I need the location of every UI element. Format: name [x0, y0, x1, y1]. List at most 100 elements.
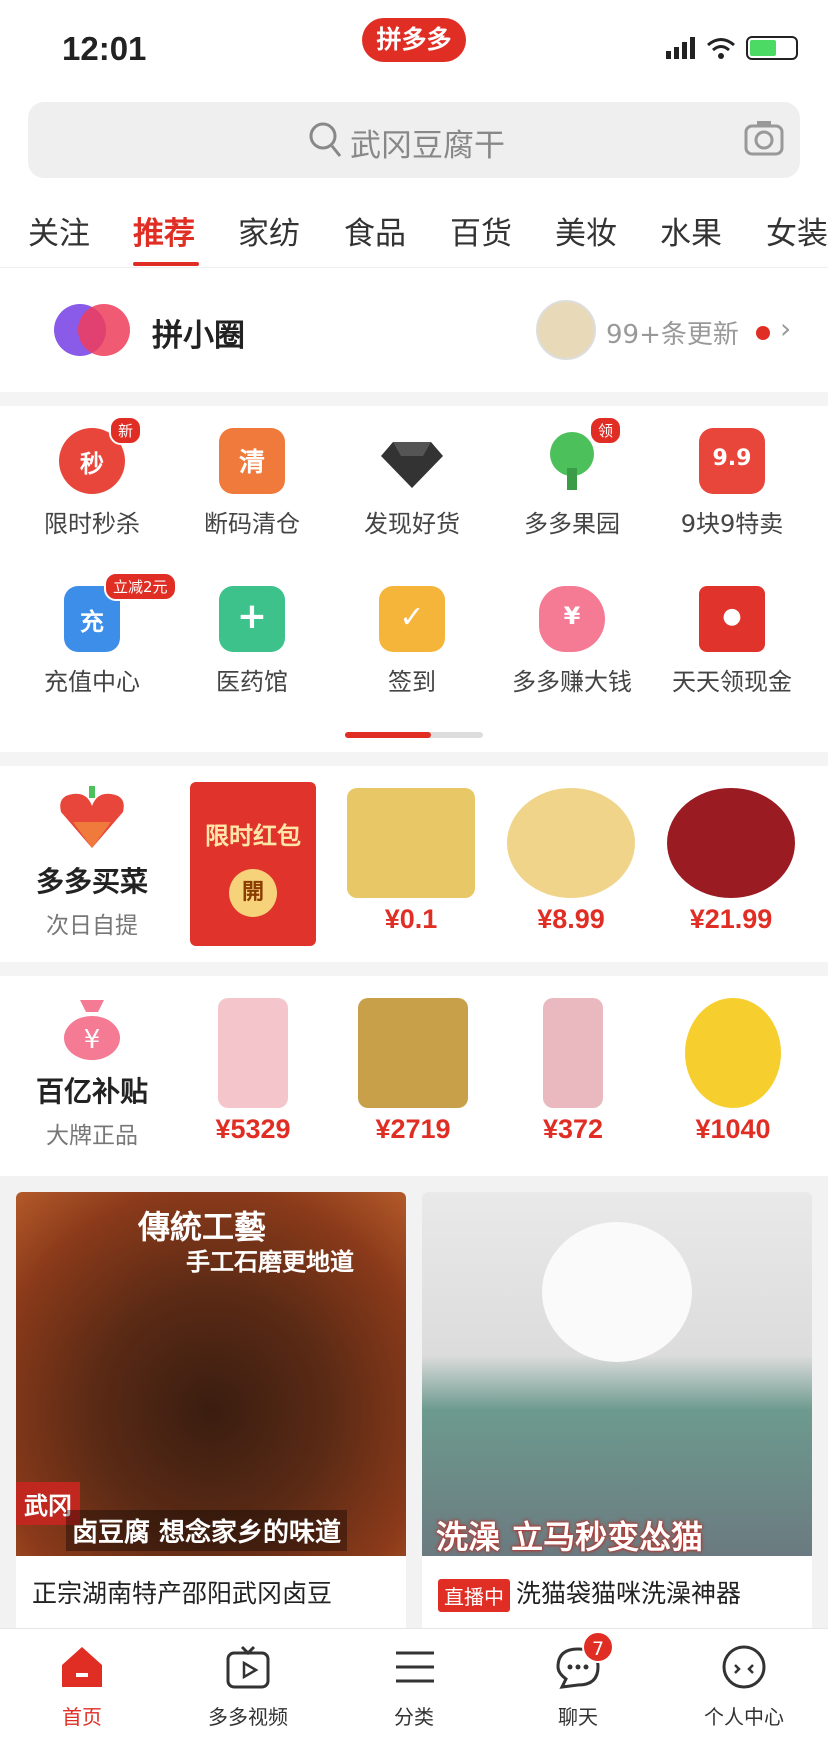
delivery-truck-icon: 清 [219, 428, 285, 494]
tab-fruit[interactable]: 水果 [660, 208, 722, 253]
phone-topup-icon: 充 立减2元 [64, 572, 177, 652]
status-time: 12:01 [62, 30, 147, 67]
grid-item-clearance[interactable]: 清 断码清仓 [172, 428, 332, 539]
wifi-icon [707, 38, 735, 59]
grocery-row: 多多买菜 次日自提 限时红包 開 ¥0.1 ¥8.99 ¥21.99 [0, 766, 828, 948]
subsidy-product[interactable]: ¥372 [498, 998, 648, 1145]
grid-item-orchard[interactable]: 领 多多果园 [492, 416, 652, 539]
grid-item-earn[interactable]: ¥ 多多赚大钱 [492, 586, 652, 697]
nav-chat[interactable]: 7 聊天 [508, 1631, 648, 1730]
carrot-heart-icon [60, 786, 124, 848]
category-tabs: 关注 推荐 家纺 食品 百货 美妆 水果 女装 [0, 200, 828, 268]
search-bar[interactable]: 武冈豆腐干 [28, 102, 800, 178]
product-price: ¥0.1 [384, 904, 438, 934]
feed-card[interactable]: 傳統工藝 手工石磨更地道 武冈 卤豆腐 想念家乡的味道 正宗湖南特产邵阳武冈卤豆 [16, 1192, 406, 1632]
grid-item-flash-sale[interactable]: 秒 新 限时秒杀 [12, 416, 172, 539]
red-envelope-icon: ● [699, 586, 765, 652]
nav-label: 个人中心 [704, 1705, 784, 1729]
battery-icon [746, 36, 798, 60]
product-price: ¥8.99 [537, 904, 605, 934]
active-tab-indicator [133, 262, 199, 266]
grid-item-topup[interactable]: 充 立减2元 充值中心 [12, 572, 177, 697]
feature-grid: 秒 新 限时秒杀 清 断码清仓 发现好货 领 多多果园 9.9 9块9特卖 充 … [0, 406, 828, 746]
grid-label: 9块9特卖 [680, 510, 784, 538]
nav-category[interactable]: 分类 [344, 1643, 484, 1730]
divider [0, 392, 828, 406]
chevron-right-icon: › [780, 312, 792, 345]
grocery-product[interactable]: ¥8.99 [496, 788, 646, 935]
tab-recommend[interactable]: 推荐 [133, 208, 195, 253]
subsidy-product[interactable]: ¥1040 [658, 998, 808, 1145]
grid-item-discover[interactable]: 发现好货 [332, 428, 492, 539]
home-icon [58, 1643, 106, 1691]
claim-badge: 领 [589, 416, 623, 445]
nav-label: 多多视频 [208, 1705, 288, 1729]
tab-women[interactable]: 女装 [766, 208, 828, 253]
subsidy-product[interactable]: ¥2719 [338, 998, 488, 1145]
grid-item-pharmacy[interactable]: + 医药馆 [172, 586, 332, 697]
tab-food[interactable]: 食品 [344, 208, 406, 253]
subsidy-product[interactable]: ¥5329 [178, 998, 328, 1145]
status-bar: 12:01 拼多多 [0, 0, 828, 100]
product-price: ¥372 [542, 1114, 604, 1144]
nav-home[interactable]: 首页 [12, 1643, 152, 1730]
tab-bedding[interactable]: 家纺 [238, 208, 300, 253]
product-image: 傳統工藝 手工石磨更地道 武冈 卤豆腐 想念家乡的味道 [16, 1192, 406, 1556]
system-icons [666, 36, 798, 60]
grocery-product[interactable]: ¥21.99 [656, 788, 806, 935]
money-bag-icon: ¥ [64, 1000, 120, 1060]
pin-circle-row[interactable]: 拼小圈 99+条更新 › [0, 282, 828, 392]
image-caption: 卤豆腐 想念家乡的味道 [66, 1510, 348, 1551]
tag-icon: 9.9 [699, 428, 765, 494]
grid-label: 医药馆 [216, 668, 288, 696]
product-title: 正宗湖南特产邵阳武冈卤豆 [32, 1579, 333, 1608]
search-placeholder[interactable]: 武冈豆腐干 [350, 120, 505, 165]
red-packet-card[interactable]: 限时红包 開 [190, 782, 316, 946]
open-red-packet-button[interactable]: 開 [229, 869, 277, 917]
grid-pager [345, 732, 483, 738]
product-title: 洗猫袋猫咪洗澡神器 [516, 1579, 742, 1608]
product-image [347, 788, 475, 898]
subsidy-subtitle: 大牌正品 [46, 1123, 138, 1149]
circle-title: 拼小圈 [152, 318, 245, 354]
alarm-clock-icon: 秒 新 [59, 416, 143, 494]
bottom-nav: 首页 多多视频 分类 7 聊天 个人中心 [0, 1628, 828, 1748]
cat-image [542, 1222, 692, 1362]
tab-follow[interactable]: 关注 [28, 208, 90, 253]
cellular-signal-icon [666, 37, 695, 59]
discount-badge: 立减2元 [104, 572, 177, 601]
subsidy-title: 百亿补贴 [35, 1075, 148, 1108]
product-image: 洗澡 立马秒变怂猫 [422, 1192, 812, 1556]
tab-beauty[interactable]: 美妆 [555, 208, 617, 253]
grid-label: 断码清仓 [204, 510, 300, 538]
profile-icon [720, 1643, 768, 1691]
grid-item-cash[interactable]: ● 天天领现金 [652, 586, 812, 697]
diamond-icon [379, 428, 445, 494]
grocery-entry[interactable]: 多多买菜 次日自提 [20, 786, 164, 940]
unread-dot [756, 326, 770, 340]
grocery-product[interactable]: ¥0.1 [336, 788, 486, 935]
product-price: ¥2719 [375, 1114, 451, 1144]
nav-label: 分类 [394, 1705, 434, 1729]
product-image [358, 998, 468, 1108]
nav-label: 聊天 [558, 1705, 598, 1729]
circle-updates: 99+条更新 [606, 320, 739, 350]
subsidy-entry[interactable]: ¥ 百亿补贴 大牌正品 [20, 996, 164, 1150]
image-caption: 洗澡 立马秒变怂猫 [436, 1518, 704, 1556]
grid-item-checkin[interactable]: ✓ 签到 [332, 586, 492, 697]
grid-item-nine-nine[interactable]: 9.9 9块9特卖 [652, 428, 812, 539]
calendar-check-icon: ✓ [379, 586, 445, 652]
camera-icon[interactable] [744, 116, 784, 160]
tab-general[interactable]: 百货 [450, 208, 512, 253]
product-image [218, 998, 288, 1108]
svg-text:¥: ¥ [84, 1025, 101, 1055]
grid-label: 多多赚大钱 [512, 668, 632, 696]
nav-profile[interactable]: 个人中心 [674, 1643, 814, 1730]
nav-video[interactable]: 多多视频 [178, 1643, 318, 1730]
red-packet-title: 限时红包 [205, 822, 301, 850]
circle-logo-overlap [78, 304, 130, 356]
feed-card[interactable]: 洗澡 立马秒变怂猫 直播中 洗猫袋猫咪洗澡神器 [422, 1192, 812, 1632]
product-image [543, 998, 603, 1108]
grocery-subtitle: 次日自提 [46, 913, 138, 939]
divider [0, 752, 828, 766]
